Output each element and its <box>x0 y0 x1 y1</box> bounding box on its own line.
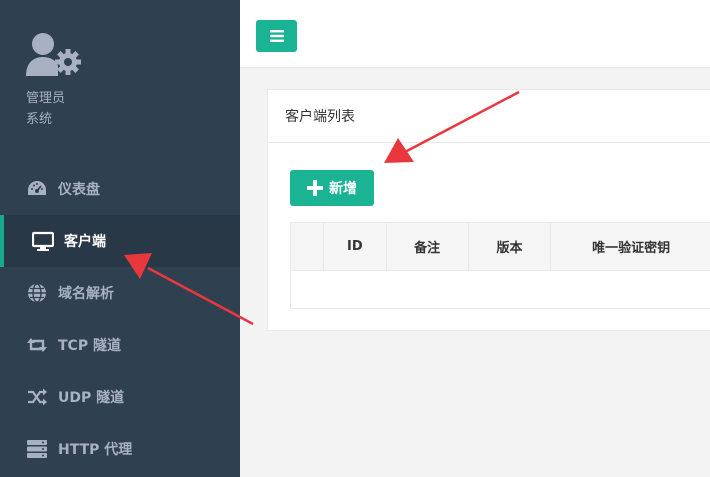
shuffle-icon <box>26 386 48 408</box>
column-header-version[interactable]: 版本 <box>469 223 552 270</box>
panel-title: 客户端列表 <box>268 90 710 143</box>
profile-role: 系统 <box>26 112 53 127</box>
dashboard-icon <box>26 178 48 200</box>
plus-icon <box>307 180 323 196</box>
sidebar-item-label: 仪表盘 <box>58 182 100 198</box>
menu-toggle-button[interactable] <box>256 20 297 52</box>
sidebar-item-udp[interactable]: UDP 隧道 <box>0 371 240 423</box>
monitor-icon <box>32 230 54 252</box>
sidebar-item-label: TCP 隧道 <box>58 338 121 354</box>
top-navbar <box>240 0 710 68</box>
sidebar-item-label: UDP 隧道 <box>58 390 125 406</box>
profile-name[interactable]: 管理员 <box>26 87 65 106</box>
user-gear-icon <box>26 33 81 76</box>
sidebar-item-label: HTTP 代理 <box>58 442 133 458</box>
column-header-key[interactable]: 唯一验证密钥 <box>551 223 710 270</box>
sidebar-item-domain[interactable]: 域名解析 <box>0 267 240 319</box>
sidebar: 管理员 系统 仪表盘 客户端 域名解析 TCP 隧道 UDP 隧道 HTTP 代… <box>0 0 240 477</box>
retweet-icon <box>26 334 48 356</box>
client-table: ID 备注 版本 唯一验证密钥 <box>290 222 710 309</box>
sidebar-item-clients[interactable]: 客户端 <box>0 215 240 267</box>
sidebar-item-tcp[interactable]: TCP 隧道 <box>0 319 240 371</box>
sidebar-nav: 仪表盘 客户端 域名解析 TCP 隧道 UDP 隧道 HTTP 代理 <box>0 163 240 475</box>
profile: 管理员 系统 <box>26 30 84 127</box>
column-header-select[interactable] <box>291 223 324 270</box>
sidebar-item-label: 域名解析 <box>58 286 114 302</box>
sidebar-item-label: 客户端 <box>64 234 106 250</box>
sidebar-item-http[interactable]: HTTP 代理 <box>0 423 240 475</box>
add-client-button[interactable]: 新增 <box>290 170 374 206</box>
sidebar-item-dashboard[interactable]: 仪表盘 <box>0 163 240 215</box>
client-list-panel: 客户端列表 新增 ID 备注 版本 唯一验证密钥 <box>267 89 710 331</box>
column-header-remark[interactable]: 备注 <box>387 223 469 270</box>
table-header: ID 备注 版本 唯一验证密钥 <box>291 223 710 271</box>
server-icon <box>26 438 48 460</box>
column-header-id[interactable]: ID <box>324 223 387 270</box>
table-body <box>291 271 710 308</box>
globe-icon <box>26 282 48 304</box>
hamburger-icon <box>269 30 284 42</box>
add-button-label: 新增 <box>329 181 357 197</box>
